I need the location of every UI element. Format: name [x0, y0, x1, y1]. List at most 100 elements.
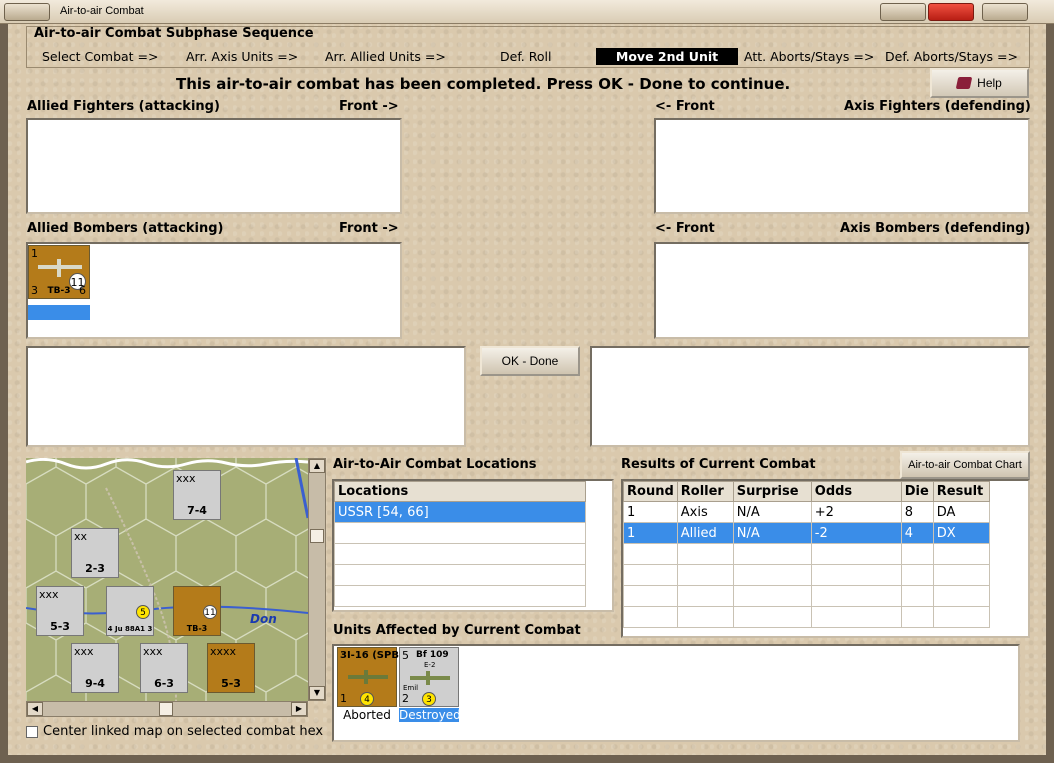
location-row[interactable]: [334, 543, 586, 565]
location-row[interactable]: [334, 585, 586, 607]
unit-air-defense: 2: [402, 692, 409, 705]
location-cell: USSR [54, 66]: [334, 501, 586, 523]
step-att-aborts-stays: Att. Aborts/Stays =>: [744, 49, 875, 64]
map-counter-6-3[interactable]: xxx 6-3: [140, 643, 188, 693]
counter-value: TB-3: [186, 624, 208, 633]
col-odds: Odds: [810, 481, 902, 502]
center-map-row[interactable]: Center linked map on selected combat hex: [26, 724, 323, 739]
map-counter-7-4[interactable]: xxx 7-4: [173, 470, 221, 520]
help-book-icon: [955, 77, 973, 89]
counter-size: xxx: [143, 645, 163, 658]
map-counter-5-3[interactable]: xxx 5-3: [36, 586, 84, 636]
counter-size: xx: [74, 530, 88, 543]
unit-range-circle: 4: [360, 692, 374, 706]
map-vertical-scrollbar[interactable]: ▲ ▼: [308, 458, 326, 701]
location-row[interactable]: [334, 522, 586, 544]
locations-list[interactable]: Locations USSR [54, 66]: [332, 479, 614, 612]
location-row[interactable]: USSR [54, 66]: [334, 501, 586, 523]
map-counter-2-3[interactable]: xx 2-3: [71, 528, 119, 578]
ok-done-button[interactable]: OK - Done: [480, 346, 580, 376]
axis-fighters-box[interactable]: [654, 118, 1030, 214]
map-river-label: Don: [250, 612, 277, 626]
affected-status-aborted: Aborted: [343, 708, 391, 722]
allied-fighters-box[interactable]: [26, 118, 402, 214]
step-def-aborts-stays: Def. Aborts/Stays =>: [885, 49, 1018, 64]
cell-odds: +2: [810, 501, 902, 523]
scroll-left-button[interactable]: ◀: [27, 702, 43, 716]
axis-bombers-front-label: <- Front: [655, 221, 715, 236]
allied-fighters-front-label: Front ->: [339, 99, 399, 114]
affected-unit-bf109[interactable]: 5 Bf 109 E-2 Emil 2 3: [399, 647, 459, 707]
unit-range-circle: 3: [422, 692, 436, 706]
window-menu-button[interactable]: [4, 3, 50, 21]
subphase-title: Air-to-air Combat Subphase Sequence: [34, 26, 314, 41]
affected-status-destroyed: Destroyed: [399, 708, 461, 722]
scroll-up-button[interactable]: ▲: [309, 459, 325, 473]
cell-roller: Allied: [676, 522, 734, 544]
cell-die: 4: [900, 522, 934, 544]
axis-bombers-label: Axis Bombers (defending): [840, 221, 1031, 236]
help-label: Help: [977, 76, 1002, 90]
allied-bombers-front-label: Front ->: [339, 221, 399, 236]
locations-table: Locations USSR [54, 66]: [334, 481, 586, 607]
map-counter-tb3[interactable]: 11 TB-3: [173, 586, 221, 636]
help-button[interactable]: Help: [930, 68, 1029, 98]
map-counter-5-3-soviet[interactable]: xxxx 5-3: [207, 643, 255, 693]
unit-name: TB-3: [47, 286, 71, 296]
col-die: Die: [900, 481, 934, 502]
step-arr-axis-units: Arr. Axis Units =>: [186, 49, 299, 64]
table-row[interactable]: [623, 564, 991, 586]
scroll-right-button[interactable]: ▶: [291, 702, 307, 716]
cell-surprise: N/A: [732, 501, 812, 523]
axis-fighters-front-label: <- Front: [655, 99, 715, 114]
center-map-checkbox[interactable]: [26, 725, 38, 738]
unit-nickname: Emil: [403, 684, 419, 692]
table-row[interactable]: [623, 543, 991, 565]
counter-value: 6-3: [154, 677, 174, 690]
table-row[interactable]: 1 Axis N/A +2 8 DA: [623, 501, 991, 523]
air-combat-chart-button[interactable]: Air-to-air Combat Chart: [900, 451, 1030, 479]
step-def-roll: Def. Roll: [500, 49, 552, 64]
cell-result: DA: [932, 501, 991, 523]
map-counter-ju88[interactable]: 5 4 Ju 88A1 3: [106, 586, 154, 636]
axis-bombers-box[interactable]: [654, 242, 1030, 339]
cell-round: 1: [623, 522, 678, 544]
results-list[interactable]: Round Roller Surprise Odds Die Result 1 …: [621, 479, 1030, 638]
counter-value: 2-3: [85, 562, 105, 575]
unit-variant: E-2: [424, 661, 436, 669]
restore-button[interactable]: [982, 3, 1028, 21]
step-move-2nd-unit: Move 2nd Unit: [596, 48, 738, 65]
counter-value: 4 Ju 88A1 3: [107, 625, 153, 633]
fighter-plane-icon: [348, 670, 388, 684]
axis-fighters-label: Axis Fighters (defending): [844, 99, 1031, 114]
location-row[interactable]: [334, 564, 586, 586]
col-result: Result: [932, 481, 991, 502]
table-row[interactable]: [623, 585, 991, 607]
scroll-down-button[interactable]: ▼: [309, 686, 325, 700]
results-title: Results of Current Combat: [621, 457, 816, 472]
scroll-thumb[interactable]: [310, 529, 324, 543]
status-message: This air-to-air combat has been complete…: [176, 75, 791, 93]
counter-size: xxx: [74, 645, 94, 658]
unit-air-attack: 5: [402, 649, 409, 662]
counter-circle: 11: [203, 605, 217, 619]
counter-value: 5-3: [221, 677, 241, 690]
cell-surprise: N/A: [732, 522, 812, 544]
allied-bomber-unit[interactable]: 1 11 3 6 TB-3: [28, 245, 90, 299]
locations-title: Air-to-Air Combat Locations: [333, 457, 537, 472]
map-counter-9-4[interactable]: xxx 9-4: [71, 643, 119, 693]
table-row[interactable]: [623, 606, 991, 628]
counter-size: xxx: [39, 588, 59, 601]
results-table: Round Roller Surprise Odds Die Result 1 …: [623, 481, 991, 628]
close-button[interactable]: [928, 3, 974, 21]
allied-fighters-label: Allied Fighters (attacking): [27, 99, 220, 114]
cell-odds: -2: [810, 522, 902, 544]
linked-map[interactable]: xxx 7-4 xx 2-3 xxx 5-3 5 4 Ju 88A1 3 11 …: [26, 458, 308, 701]
affected-unit-i16[interactable]: 3I-16 (SPB) 1 4: [337, 647, 404, 707]
minimize-button[interactable]: [880, 3, 926, 21]
col-roller: Roller: [676, 481, 734, 502]
scroll-thumb-h[interactable]: [159, 702, 173, 716]
map-horizontal-scrollbar[interactable]: ◀ ▶: [26, 701, 308, 717]
counter-value: 7-4: [187, 504, 207, 517]
table-row[interactable]: 1 Allied N/A -2 4 DX: [623, 522, 991, 544]
